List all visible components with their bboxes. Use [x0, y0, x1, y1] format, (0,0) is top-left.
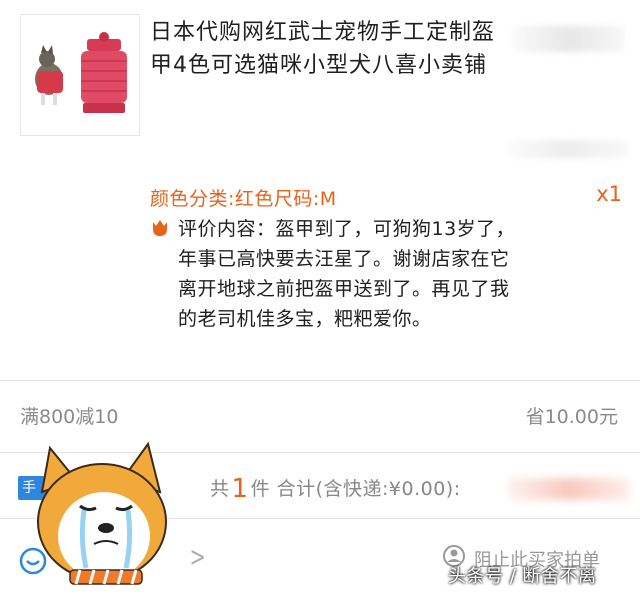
order-total: 共1 件 合计(含快递:¥0.00): [210, 474, 461, 504]
promo-savings: 省10.00元 [525, 406, 618, 428]
crying-dog-sticker [37, 441, 167, 585]
total-prefix: 共 [210, 478, 230, 500]
blurred-price [512, 26, 624, 52]
product-image [35, 32, 127, 113]
tulip-icon [153, 220, 167, 236]
quantity: x1 [596, 182, 622, 206]
blurred-total [508, 478, 630, 500]
watermark: 头条号 / 断舍不离 [448, 566, 597, 587]
chevron-right-icon[interactable]: > [190, 540, 206, 573]
promo-row: 满800减10 省10.00元 [0, 388, 640, 442]
total-suffix: 件 合计(含快递:¥0.00): [250, 478, 461, 500]
divider [0, 380, 640, 381]
promo-label: 满800减10 [20, 406, 119, 428]
product-title[interactable]: 日本代购网红武士宠物手工定制盔甲4色可选猫咪小型犬八喜小卖铺 [150, 16, 495, 82]
sku-info: 颜色分类:红色尺码:M [150, 188, 337, 210]
item-count: 1 [231, 474, 249, 504]
review-content: 评价内容：盔甲到了，可狗狗13岁了，年事已高快要去汪星了。谢谢店家在它离开地球之… [178, 218, 516, 330]
product-thumbnail[interactable] [20, 14, 140, 136]
blurred-original-price [508, 140, 628, 158]
